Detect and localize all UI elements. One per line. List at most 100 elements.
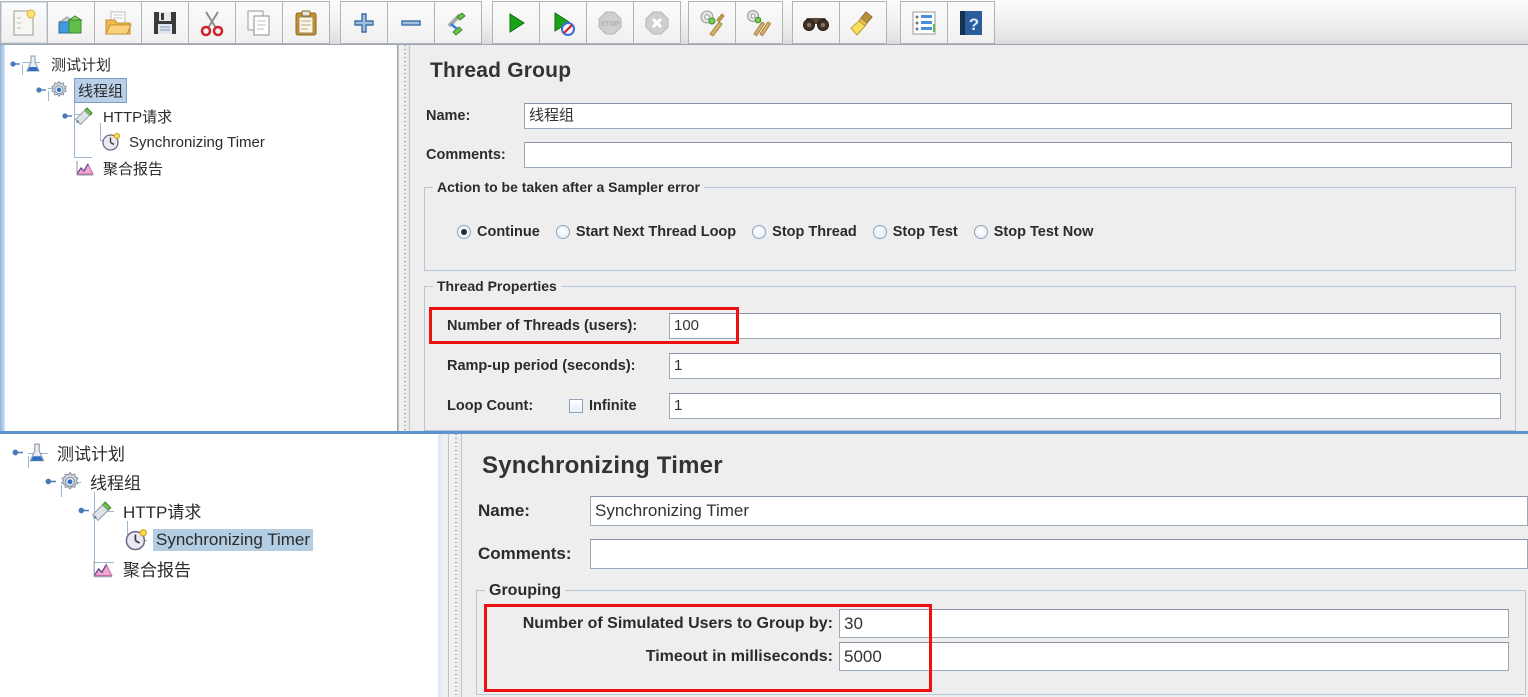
- tree-node-test-plan[interactable]: 测试计划: [0, 51, 397, 77]
- synchronizing-timer-editor: Synchronizing Timer Name: Synchronizing …: [464, 434, 1528, 697]
- collapse-all-button[interactable]: [387, 1, 435, 44]
- timeout-input[interactable]: 5000: [839, 642, 1509, 671]
- page-title: Synchronizing Timer: [482, 452, 723, 479]
- thread-group-icon: [57, 469, 83, 495]
- clear-button[interactable]: [688, 1, 736, 44]
- templates-button[interactable]: [47, 1, 95, 44]
- new-button[interactable]: [0, 1, 48, 44]
- save-button[interactable]: [141, 1, 189, 44]
- ramp-up-period-label: Ramp-up period (seconds):: [447, 358, 636, 374]
- leaf-handle-icon: [109, 533, 123, 547]
- tree-node-synchronizing-timer[interactable]: Synchronizing Timer: [0, 525, 446, 554]
- expand-handle-icon[interactable]: [34, 83, 48, 97]
- cut-button[interactable]: [188, 1, 236, 44]
- expand-handle-icon[interactable]: [43, 475, 57, 489]
- open-button[interactable]: [94, 1, 142, 44]
- checkbox-box-icon: [569, 399, 583, 413]
- expand-handle-icon[interactable]: [60, 109, 74, 123]
- infinite-label: Infinite: [589, 398, 637, 414]
- expand-handle-icon[interactable]: [76, 504, 90, 518]
- radio-dot-icon: [752, 225, 767, 239]
- help-button[interactable]: ?: [947, 1, 995, 44]
- page-title: Thread Group: [430, 59, 572, 82]
- simulated-users-label: Number of Simulated Users to Group by:: [522, 614, 833, 632]
- svg-text:STOP: STOP: [601, 21, 620, 28]
- leaf-handle-icon: [60, 161, 74, 175]
- radio-label: Stop Test: [892, 224, 958, 240]
- split-divider-bottom[interactable]: [448, 434, 462, 697]
- toolbar-group-help: ?: [900, 1, 995, 44]
- number-of-threads-label: Number of Threads (users):: [447, 318, 638, 334]
- tree-node-synchronizing-timer[interactable]: Synchronizing Timer: [0, 129, 397, 155]
- http-request-icon: [90, 498, 116, 524]
- shutdown-button[interactable]: [633, 1, 681, 44]
- thread-group-editor: Thread Group Name: 线程组 Comments: Action …: [412, 45, 1528, 431]
- radio-label: Stop Thread: [772, 224, 857, 240]
- tree-scrollbar-bottom[interactable]: [438, 434, 446, 697]
- timer-icon: [123, 527, 149, 553]
- start-button[interactable]: [492, 1, 540, 44]
- radio-stop-thread[interactable]: Stop Thread: [752, 224, 857, 240]
- start-no-pauses-button[interactable]: [539, 1, 587, 44]
- thread-properties-groupbox: Thread Properties Number of Threads (use…: [424, 278, 1516, 431]
- name-input[interactable]: Synchronizing Timer: [590, 496, 1528, 526]
- loop-count-input[interactable]: 1: [669, 393, 1501, 419]
- tree-node-http-request[interactable]: HTTP请求: [0, 496, 446, 525]
- tree-node-http-request[interactable]: HTTP请求: [0, 103, 397, 129]
- tree-node-thread-group[interactable]: 线程组: [0, 77, 397, 103]
- ramp-up-period-input[interactable]: 1: [669, 353, 1501, 379]
- name-input[interactable]: 线程组: [524, 103, 1512, 129]
- radio-stop-test[interactable]: Stop Test: [872, 224, 958, 240]
- tree-node-aggregate-report[interactable]: 聚合报告: [0, 554, 446, 583]
- test-plan-icon: [24, 440, 50, 466]
- tree-node-test-plan[interactable]: 测试计划: [0, 438, 446, 467]
- radio-start-next-thread-loop[interactable]: Start Next Thread Loop: [555, 224, 736, 240]
- radio-stop-test-now[interactable]: Stop Test Now: [973, 224, 1093, 240]
- split-divider-top[interactable]: [398, 45, 410, 431]
- test-plan-tree-bottom[interactable]: 测试计划 线程组 HTTP请求 Synchronizing Timer 聚合报告: [0, 434, 446, 697]
- leaf-handle-icon: [86, 135, 100, 149]
- comments-input[interactable]: [524, 142, 1512, 168]
- toggle-button[interactable]: [434, 1, 482, 44]
- radio-dot-icon: [973, 225, 988, 239]
- name-label: Name:: [426, 108, 471, 124]
- simulated-users-input[interactable]: 30: [839, 609, 1509, 638]
- expand-handle-icon[interactable]: [10, 446, 24, 460]
- tree-node-label: 聚合报告: [123, 561, 191, 580]
- leaf-handle-icon: [76, 562, 90, 576]
- radio-continue[interactable]: Continue: [457, 224, 540, 240]
- tree-node-label: 聚合报告: [103, 160, 164, 178]
- radio-dot-icon: [457, 225, 471, 239]
- tree-node-label: Synchronizing Timer: [129, 133, 265, 151]
- clear-all-button[interactable]: [735, 1, 783, 44]
- infinite-checkbox[interactable]: Infinite: [569, 398, 669, 414]
- tree-node-thread-group[interactable]: 线程组: [0, 467, 446, 496]
- tree-node-label: Synchronizing Timer: [153, 528, 314, 551]
- comments-input[interactable]: [590, 539, 1528, 569]
- sampler-error-groupbox: Action to be taken after a Sampler error…: [424, 179, 1516, 271]
- capture-thread-group: STOP ? 测试计划 线程组 HTTP请求 Synchronizing Tim…: [0, 0, 1528, 431]
- reset-search-button[interactable]: [839, 1, 887, 44]
- stop-button[interactable]: STOP: [586, 1, 634, 44]
- test-plan-tree-top[interactable]: 测试计划 线程组 HTTP请求 Synchronizing Timer 聚合报告: [0, 45, 398, 431]
- expand-handle-icon[interactable]: [8, 57, 22, 71]
- copy-button[interactable]: [235, 1, 283, 44]
- tree-node-label: HTTP请求: [123, 503, 202, 522]
- radio-label: Continue: [477, 224, 540, 240]
- toolbar-group-file: [0, 1, 189, 44]
- number-of-threads-input[interactable]: 100: [669, 313, 1501, 339]
- capture-synchronizing-timer: 测试计划 线程组 HTTP请求 Synchronizing Timer 聚合报告…: [0, 431, 1528, 697]
- expand-all-button[interactable]: [340, 1, 388, 44]
- radio-dot-icon: [555, 225, 570, 239]
- toolbar-group-edit: [188, 1, 330, 44]
- tree-node-label: HTTP请求: [103, 108, 173, 126]
- name-label: Name:: [478, 501, 530, 520]
- tree-node-aggregate-report[interactable]: 聚合报告: [0, 155, 397, 181]
- comments-label: Comments:: [426, 147, 506, 163]
- search-button[interactable]: [792, 1, 840, 44]
- loop-count-label: Loop Count:: [447, 398, 534, 414]
- paste-button[interactable]: [282, 1, 330, 44]
- timer-icon: [100, 131, 122, 153]
- function-helper-button[interactable]: [900, 1, 948, 44]
- toolbar: STOP ?: [0, 0, 1528, 45]
